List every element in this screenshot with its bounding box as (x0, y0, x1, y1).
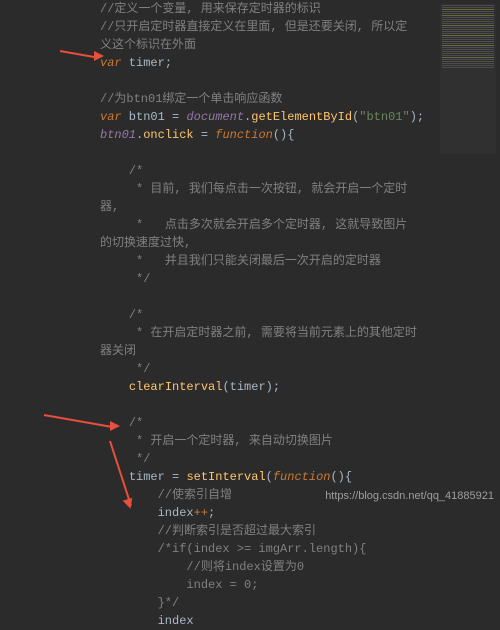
keyword-var: var (100, 110, 122, 124)
identifier: timer (129, 470, 172, 484)
comment: //为btn01绑定一个单击响应函数 (100, 92, 282, 106)
identifier-timer: timer (122, 56, 165, 70)
document-object: document (186, 110, 244, 124)
method: getElementById (251, 110, 352, 124)
comment: * 目前, 我们每点击一次按钮, 就会开启一个定时 (129, 182, 407, 196)
keyword-function: function (273, 470, 331, 484)
operator: ++ (194, 506, 208, 520)
comment: 的切换速度过快, (100, 236, 191, 250)
function-call: setInterval (186, 470, 265, 484)
comment: * 开启一个定时器, 来自动切换图片 (129, 434, 333, 448)
comment: 器关闭 (100, 344, 136, 358)
comment: index = 0; (158, 578, 259, 592)
identifier: index (158, 614, 201, 628)
comment: * 点击多次就会开启多个定时器, 这就导致图片 (129, 218, 407, 232)
comment: /* (129, 416, 143, 430)
comment: */ (129, 362, 151, 376)
comment: */ (129, 272, 151, 286)
property: onclick (143, 128, 193, 142)
comment: //定义一个变量, 用来保存定时器的标识 (100, 2, 321, 16)
keyword-var: var (100, 56, 122, 70)
comment: /* (129, 164, 143, 178)
string-literal: "btn01" (359, 110, 409, 124)
identifier: btn01 (122, 110, 172, 124)
comment: 义这个标识在外面 (100, 38, 196, 52)
comment: */ (129, 452, 151, 466)
code-editor[interactable]: //定义一个变量, 用来保存定时器的标识 //只开启定时器直接定义在里面, 但是… (0, 0, 500, 630)
function-call: clearInterval (129, 380, 223, 394)
comment: }*/ (158, 596, 180, 610)
semicolon: ; (165, 56, 172, 70)
comment: * 在开启定时器之前, 需要将当前元素上的其他定时 (129, 326, 417, 340)
comment: //则将index设置为0 (158, 560, 304, 574)
comment: * 并且我们只能关闭最后一次开启的定时器 (129, 254, 381, 268)
argument: timer (230, 380, 266, 394)
comment: 器, (100, 200, 119, 214)
comment: /*if(index >= imgArr.length){ (158, 542, 367, 556)
identifier: index (158, 506, 194, 520)
comment: /* (129, 308, 143, 322)
minimap[interactable] (440, 4, 496, 154)
comment: //只开启定时器直接定义在里面, 但是还要关闭, 所以定 (100, 20, 407, 34)
keyword-function: function (215, 128, 273, 142)
watermark: https://blog.csdn.net/qq_41885921 (325, 490, 494, 502)
identifier: btn01 (100, 128, 136, 142)
comment: //使索引自增 (158, 488, 232, 502)
comment: //判断索引是否超过最大索引 (158, 524, 316, 538)
